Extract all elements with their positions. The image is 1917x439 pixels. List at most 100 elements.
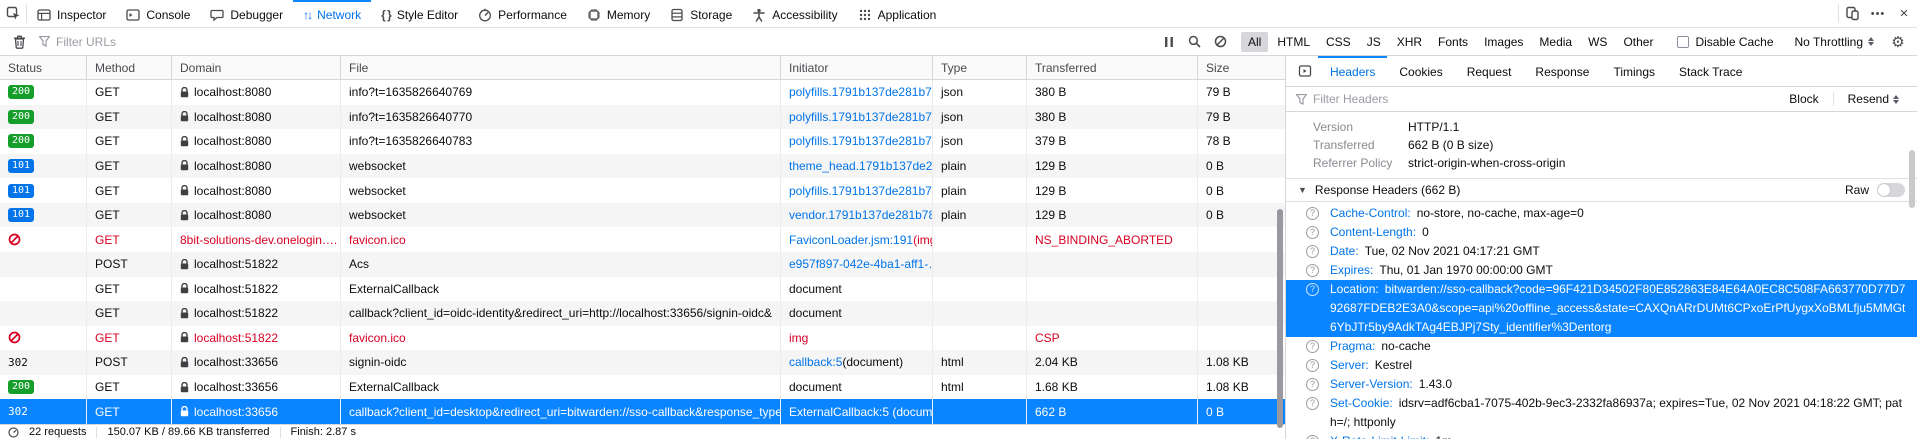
- type-filter-html[interactable]: HTML: [1270, 32, 1317, 52]
- raw-headers-toggle[interactable]: [1877, 183, 1905, 197]
- table-row[interactable]: 101 GET localhost:8080 websocket theme_h…: [0, 154, 1285, 179]
- initiator-link[interactable]: polyfills.1791b137de281b787…: [789, 110, 933, 124]
- response-header-content-length[interactable]: ? Content-Length:0: [1286, 223, 1917, 242]
- pause-traffic-button[interactable]: [1156, 36, 1182, 48]
- type-filter-xhr[interactable]: XHR: [1390, 32, 1429, 52]
- type-filter-css[interactable]: CSS: [1319, 32, 1358, 52]
- table-row[interactable]: 101 GET localhost:8080 websocket vendor.…: [0, 203, 1285, 228]
- header-help-icon[interactable]: ?: [1306, 283, 1319, 296]
- tab-performance[interactable]: Performance: [468, 0, 577, 27]
- node-picker-button[interactable]: [0, 0, 26, 27]
- throttling-dropdown[interactable]: No Throttling: [1795, 35, 1874, 49]
- response-header-location[interactable]: ? Location:bitwarden://sso-callback?code…: [1286, 280, 1917, 337]
- header-help-icon[interactable]: ?: [1306, 245, 1319, 258]
- details-scrollbar[interactable]: [1909, 56, 1916, 439]
- details-tab-request[interactable]: Request: [1455, 56, 1524, 86]
- type-filter-other[interactable]: Other: [1616, 32, 1660, 52]
- header-help-icon[interactable]: ?: [1306, 207, 1319, 220]
- type-filter-js[interactable]: JS: [1360, 32, 1388, 52]
- initiator-link[interactable]: callback:5: [789, 355, 842, 369]
- initiator-link[interactable]: polyfills.1791b137de281b787…: [789, 85, 933, 99]
- table-row[interactable]: 200 GET localhost:33656 ExternalCallback…: [0, 375, 1285, 400]
- tab-debugger[interactable]: Debugger: [200, 0, 293, 27]
- table-row[interactable]: GET localhost:51822 callback?client_id=o…: [0, 301, 1285, 326]
- response-header-date[interactable]: ? Date:Tue, 02 Nov 2021 04:17:21 GMT: [1286, 242, 1917, 261]
- response-header-expires[interactable]: ? Expires:Thu, 01 Jan 1970 00:00:00 GMT: [1286, 261, 1917, 280]
- details-tab-cookies[interactable]: Cookies: [1387, 56, 1454, 86]
- split-panel-toggle-button[interactable]: [1292, 56, 1318, 86]
- table-row[interactable]: POST localhost:51822 Acs e957f897-042e-4…: [0, 252, 1285, 277]
- column-header-status[interactable]: Status: [0, 56, 87, 79]
- tab-console[interactable]: Console: [116, 0, 200, 27]
- table-row[interactable]: 200 GET localhost:8080 info?t=1635826640…: [0, 129, 1285, 154]
- header-help-icon[interactable]: ?: [1306, 340, 1319, 353]
- table-row[interactable]: 302 GET localhost:33656 callback?client_…: [0, 399, 1285, 424]
- initiator-link[interactable]: polyfills.1791b137de281b787…: [789, 184, 933, 198]
- table-row[interactable]: GET localhost:51822 ExternalCallback doc…: [0, 277, 1285, 302]
- clear-requests-button[interactable]: [6, 35, 32, 49]
- table-row[interactable]: 200 GET localhost:8080 info?t=1635826640…: [0, 105, 1285, 130]
- initiator-link[interactable]: FaviconLoader.jsm:191: [789, 233, 913, 247]
- request-list-scrollbar[interactable]: [1277, 81, 1284, 423]
- response-headers-section-header[interactable]: ▼ Response Headers (662 B) Raw: [1286, 178, 1917, 202]
- resend-button[interactable]: Resend: [1840, 92, 1907, 106]
- table-row[interactable]: 302 POST localhost:33656 signin-oidc cal…: [0, 350, 1285, 375]
- column-header-type[interactable]: Type: [933, 56, 1027, 79]
- table-row[interactable]: GET localhost:51822 favicon.ico img CSP: [0, 326, 1285, 351]
- header-help-icon[interactable]: ?: [1306, 397, 1319, 410]
- tab-memory[interactable]: Memory: [577, 0, 660, 27]
- tab-inspector[interactable]: Inspector: [27, 0, 116, 27]
- type-filter-all[interactable]: All: [1241, 32, 1268, 52]
- details-tab-stack-trace[interactable]: Stack Trace: [1667, 56, 1754, 86]
- initiator-link[interactable]: theme_head.1791b137de281…: [789, 159, 933, 173]
- tab-accessibility[interactable]: Accessibility: [742, 0, 847, 27]
- response-header-pragma[interactable]: ? Pragma:no-cache: [1286, 337, 1917, 356]
- disable-cache-checkbox[interactable]: [1677, 36, 1689, 48]
- network-settings-button[interactable]: ⚙: [1885, 33, 1911, 51]
- header-help-icon[interactable]: ?: [1306, 378, 1319, 391]
- header-help-icon[interactable]: ?: [1306, 264, 1319, 277]
- column-header-initiator[interactable]: Initiator: [781, 56, 933, 79]
- response-header-set-cookie[interactable]: ? Set-Cookie:idsrv=adf6cba1-7075-402b-9e…: [1286, 394, 1917, 432]
- table-row[interactable]: GET 8bit-solutions-dev.onelogin…. favico…: [0, 227, 1285, 252]
- type-filter-media[interactable]: Media: [1532, 32, 1579, 52]
- initiator-link[interactable]: vendor.1791b137de281b787…: [789, 208, 933, 222]
- initiator-link[interactable]: polyfills.1791b137de281b787…: [789, 134, 933, 148]
- details-tab-timings[interactable]: Timings: [1601, 56, 1667, 86]
- initiator-link[interactable]: e957f897-042e-4ba1-aff1-…: [789, 257, 933, 271]
- response-header-x-rate-limit-limit[interactable]: ? X-Rate-Limit-Limit:1m: [1286, 432, 1917, 439]
- details-tab-response[interactable]: Response: [1523, 56, 1601, 86]
- tab-style-editor[interactable]: { } Style Editor: [371, 0, 468, 27]
- table-row[interactable]: 200 GET localhost:8080 info?t=1635826640…: [0, 80, 1285, 105]
- search-button[interactable]: [1182, 35, 1208, 48]
- scrollbar-thumb[interactable]: [1909, 150, 1915, 208]
- header-help-icon[interactable]: ?: [1306, 359, 1319, 372]
- close-devtools-button[interactable]: ×: [1891, 0, 1917, 27]
- disable-cache-toggle[interactable]: Disable Cache: [1677, 35, 1773, 49]
- filter-urls-input[interactable]: [56, 35, 276, 49]
- response-header-cache-control[interactable]: ? Cache-Control:no-store, no-cache, max-…: [1286, 204, 1917, 223]
- response-header-server[interactable]: ? Server:Kestrel: [1286, 356, 1917, 375]
- table-row[interactable]: 101 GET localhost:8080 websocket polyfil…: [0, 178, 1285, 203]
- type-filter-images[interactable]: Images: [1477, 32, 1530, 52]
- devtools-menu-button[interactable]: •••: [1865, 0, 1891, 27]
- tab-storage[interactable]: Storage: [660, 0, 742, 27]
- column-header-transferred[interactable]: Transferred: [1027, 56, 1198, 79]
- tab-application[interactable]: Application: [848, 0, 947, 27]
- response-header-server-version[interactable]: ? Server-Version:1.43.0: [1286, 375, 1917, 394]
- block-request-button[interactable]: [1208, 35, 1234, 48]
- column-header-method[interactable]: Method: [87, 56, 172, 79]
- type-filter-fonts[interactable]: Fonts: [1431, 32, 1475, 52]
- header-help-icon[interactable]: ?: [1306, 226, 1319, 239]
- responsive-design-mode-button[interactable]: [1839, 0, 1865, 27]
- header-help-icon[interactable]: ?: [1306, 435, 1319, 439]
- tab-network[interactable]: ↑↓ Network: [293, 0, 371, 27]
- column-header-size[interactable]: Size: [1198, 56, 1286, 79]
- type-filter-ws[interactable]: WS: [1581, 32, 1614, 52]
- column-header-file[interactable]: File: [341, 56, 781, 79]
- details-tab-headers[interactable]: Headers: [1318, 56, 1387, 86]
- column-header-domain[interactable]: Domain: [172, 56, 341, 79]
- scrollbar-thumb[interactable]: [1277, 209, 1283, 428]
- block-url-button[interactable]: Block: [1781, 92, 1826, 106]
- filter-headers-input[interactable]: [1313, 92, 1613, 106]
